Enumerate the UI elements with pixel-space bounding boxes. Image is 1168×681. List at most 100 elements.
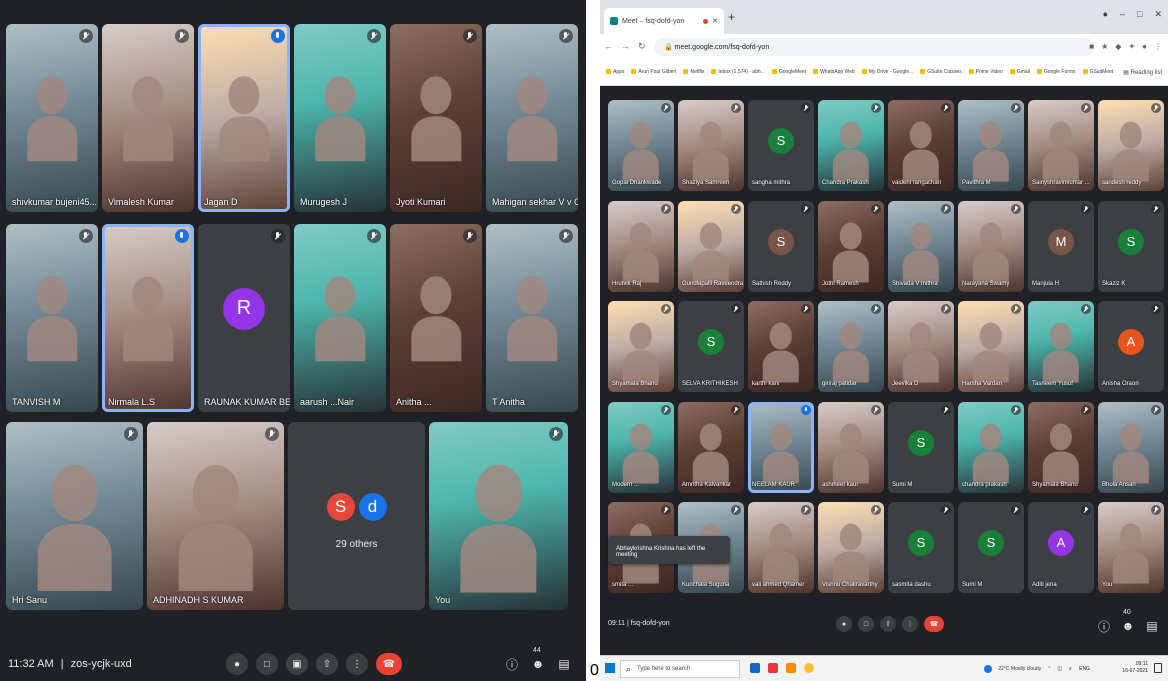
close-window-icon[interactable]: ✕ [1154,9,1162,20]
participant-tile-pavithra-m[interactable]: Pavithra M [958,100,1024,191]
tab-close-icon[interactable]: ✕ [712,17,718,25]
participant-tile-mahigan-sekhar-v-v-ch[interactable]: Mahigan sekhar V v Ch... [486,24,578,212]
participant-tile-vali-ahmed-qhamer[interactable]: vali ahmed Qhamer [748,502,814,593]
profile-dot-icon[interactable]: ● [1103,9,1108,20]
participant-tile-shyamala-bhanu[interactable]: Shyamala Bhanu [608,301,674,392]
more-options-button[interactable]: ⋮ [346,653,368,675]
network-icon[interactable]: ◫ [1057,666,1062,672]
participant-tile-manjula-h[interactable]: M Manjula H [1028,201,1094,292]
bookmark-gsuite-classes[interactable]: GSuite Classes [920,69,961,76]
participant-tile-sandesh-reddy[interactable]: sandesh reddy [1098,100,1164,191]
participant-tile-sainyshravinkumar[interactable]: Sainyshravinkumar ... [1028,100,1094,191]
bookmark-gmail[interactable]: Gmail [1010,69,1030,76]
volume-icon[interactable]: ♬ [1068,666,1073,672]
bookmark-gsuitmeet[interactable]: GSuitMeet [1083,69,1114,76]
taskbar-clock[interactable]: 09:11 16-07-2021 [1122,661,1148,675]
leave-call-button[interactable]: ☎ [376,653,402,675]
captions-button[interactable]: ▣ [286,653,308,675]
chat-button[interactable]: ▤ [556,656,572,672]
participant-tile-sumi-m[interactable]: S Sumi M [958,502,1024,593]
participant-tile-vishnu-chakravarthy[interactable]: Vishnu Chakravarthy [818,502,884,593]
participant-tile-aditi-jena[interactable]: A Aditi jena [1028,502,1094,593]
right-meeting-details[interactable]: 09:11 | fsq-dofd-yon [608,620,670,627]
file-explorer-icon[interactable] [786,663,796,673]
participant-tile-murugesh-j[interactable]: Murugesh J [294,24,386,212]
bookmark-my-drive-google[interactable]: My Drive - Google... [862,69,913,76]
participant-tile-bhola-ansari[interactable]: Bhola Ansari [1098,402,1164,493]
participant-tile-sangha-mithra[interactable]: Ssangha mithra [748,100,814,191]
participant-tile-jothi-ramesh[interactable]: Jothi Ramesh [818,201,884,292]
participant-tile-skaziz-k[interactable]: S Skaziz K [1098,201,1164,292]
profile-avatar-icon[interactable]: ● [1142,42,1147,51]
mic-button[interactable]: ● [226,653,248,675]
weather-widget[interactable]: 22°C Mostly cloudy [998,666,1041,672]
tray-chevron-icon[interactable]: ⌃ [1047,666,1051,672]
participant-tile-nirmala-l-s[interactable]: Nirmala L.S [102,224,194,412]
right-leave-call-button[interactable]: ☎ [924,616,944,632]
task-view-icon[interactable] [750,663,760,673]
participant-tile-sathish-reddy[interactable]: S Sathish Reddy [748,201,814,292]
maximize-icon[interactable]: □ [1137,9,1142,20]
bookmark-whatsapp-web[interactable]: WhatsApp Web [813,69,855,76]
participant-tile-shivkumar-bujeni45[interactable]: shivkumar bujeni45... [6,24,98,212]
participant-tile-shaziya-samreen[interactable]: Shaziya Samreen [678,100,744,191]
participant-tile-shivada-v-mithra[interactable]: Shivada V mithra [888,201,954,292]
participant-tile-jyoti-kumari[interactable]: Jyoti Kumari [390,24,482,212]
participant-tile-chandra-prakash[interactable]: chandra prakash [958,402,1024,493]
participant-tile-amritha-kalvankar[interactable]: Amritha Kalvankar [678,402,744,493]
participant-tile-hri-sanu[interactable]: Hri Sanu [6,422,143,610]
participant-tile-gundlapalli-raveendra[interactable]: Gundlapalli Raveendra [678,201,744,292]
language-indicator[interactable]: ENG [1079,666,1090,672]
participant-tile-adhinadh-s-kumar[interactable]: ADHINADH S KUMAR [147,422,284,610]
participant-tile-anisha-oraon[interactable]: A Anisha Oraon [1098,301,1164,392]
participant-tile-29-others[interactable]: Sd 29 others [288,422,425,610]
people-button[interactable]: 44 ☻ [530,647,546,672]
participant-tile-sasmita-dashu[interactable]: Ssasmita dashu [888,502,954,593]
right-mic-button[interactable]: ● [836,616,852,632]
participant-tile-you[interactable]: You [1098,502,1164,593]
participant-tile-anitha[interactable]: Anitha ... [390,224,482,412]
left-meeting-details[interactable]: 11:32 AM | zos-ycjk-uxd [8,658,136,670]
notification-center-icon[interactable] [1154,663,1162,673]
participant-tile-vaidehi-rangachari[interactable]: vaidehi rangachari [888,100,954,191]
present-button[interactable]: ⇧ [316,653,338,675]
participant-tile-sumi-m[interactable]: S Sumi M [888,402,954,493]
forward-icon[interactable]: → [621,41,630,52]
new-tab-button[interactable]: + [728,10,735,24]
participant-tile-narayana-swamy[interactable]: Narayana Swamy [958,201,1024,292]
chrome-icon[interactable] [804,663,814,673]
bookmark-star-icon[interactable]: ★ [1101,42,1108,51]
right-meeting-info-button[interactable]: ⓘ [1096,618,1112,634]
bookmark-netflix[interactable]: Netflix [683,69,704,76]
participant-tile-t-anitha[interactable]: T Anitha [486,224,578,412]
menu-icon[interactable]: ⋮ [1154,42,1162,51]
extension-icon[interactable]: ◆ [1115,42,1121,51]
participant-tile-shyamala-bhanu[interactable]: Shyamala Bhanu [1028,402,1094,493]
participant-tile-selva-krithikesh[interactable]: S SELVA KRITHIKESH [678,301,744,392]
reading-list-button[interactable]: ▤ Reading list [1119,69,1162,76]
right-people-button[interactable]: 40 ☻ [1120,609,1136,634]
puzzle-icon[interactable]: ✦ [1128,42,1135,51]
participant-tile-gopal-dhankwade[interactable]: Gopal Dhankwade [608,100,674,191]
minimize-icon[interactable]: – [1120,9,1125,20]
participant-tile-modern[interactable]: Modern ... [608,402,674,493]
bookmark-apps[interactable]: Apps [606,69,624,76]
participant-tile-you[interactable]: You [429,422,568,610]
back-icon[interactable]: ← [604,41,613,52]
bookmark-prime-video[interactable]: Prime Video [969,69,1003,76]
camera-indicator-icon[interactable]: ■ [1089,42,1094,51]
taskbar-search-box[interactable]: Type here to search [620,660,740,678]
participant-tile-tanvish-m[interactable]: TANVISH M [6,224,98,412]
right-more-options-button[interactable]: ⋮ [902,616,918,632]
participant-tile-raunak-kumar-behera[interactable]: R RAUNAK KUMAR BEHERA [198,224,290,412]
reload-icon[interactable]: ↻ [638,41,646,52]
tray-app-icon[interactable] [984,665,993,673]
participant-tile-karthi-kani[interactable]: karthi kani [748,301,814,392]
participant-tile-jeevika-d[interactable]: Jeevika D [888,301,954,392]
right-chat-button[interactable]: ▤ [1144,618,1160,634]
participant-tile-jagan-d[interactable]: Jagan D [198,24,290,212]
bookmark-inbox-1-574-abh[interactable]: Inbox (1,574) - abh... [711,69,764,76]
participant-tile-neelam-kaur[interactable]: NEELAM KAUR [748,402,814,493]
browser-tab-meet[interactable]: Meet – fsq-dofd-yon ✕ [604,8,724,34]
participant-tile-chandra-prakash[interactable]: Chandra Prakash [818,100,884,191]
